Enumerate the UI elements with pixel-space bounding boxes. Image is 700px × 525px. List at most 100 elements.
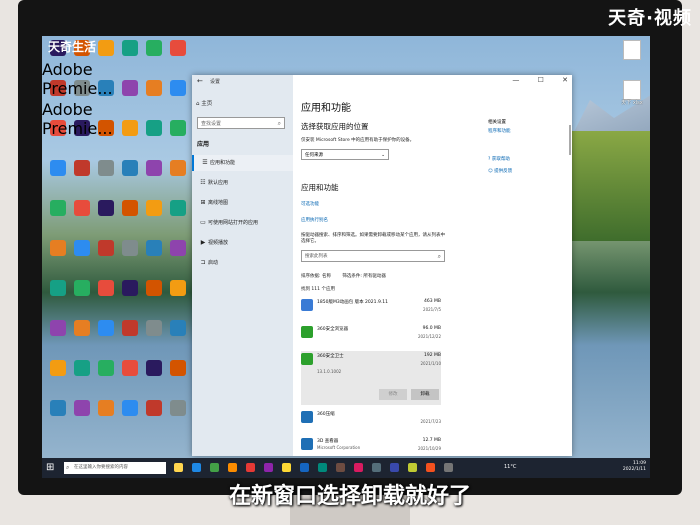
app-list-item[interactable]: 360安全卫士 192 MB 2021/1/10 13.1.0.1002 修改 卸载: [301, 351, 441, 405]
desktop-app-icon[interactable]: [94, 280, 118, 296]
desktop-app-icon[interactable]: [142, 80, 166, 96]
desktop-app-icon[interactable]: [118, 80, 142, 96]
desktop-app-icon[interactable]: [46, 320, 70, 336]
desktop-app-icon[interactable]: [118, 360, 142, 376]
sidebar-item[interactable]: ☰ 应用和功能: [192, 155, 295, 171]
taskbar-search-input[interactable]: ⌕ 在这里输入你要搜索的内容: [64, 462, 166, 474]
app-icon[interactable]: [228, 463, 237, 472]
app-icon[interactable]: [336, 463, 345, 472]
desktop-app-icon[interactable]: [166, 40, 190, 56]
desktop-app-icon[interactable]: [94, 200, 118, 216]
desktop-app-icon[interactable]: [166, 400, 190, 416]
desktop-app-icon[interactable]: [70, 400, 94, 416]
desktop-app-icon[interactable]: [70, 320, 94, 336]
sidebar-item[interactable]: ⊞ 离线地图: [192, 195, 293, 211]
sidebar-item[interactable]: ☷ 默认应用: [192, 175, 293, 191]
start-windows-icon[interactable]: ⊞: [46, 462, 54, 473]
desktop-app-icon[interactable]: [70, 240, 94, 256]
app-list-item[interactable]: 360安全浏览器 96.0 MB 2021/12/22: [301, 324, 441, 346]
get-help-link[interactable]: ? 获取帮助: [488, 156, 510, 162]
desktop-app-icon[interactable]: [94, 40, 118, 56]
app-list-item[interactable]: 360压缩 2021/7/23: [301, 409, 441, 431]
task-view-icon[interactable]: [174, 463, 183, 472]
desktop-app-icon[interactable]: [118, 280, 142, 296]
desktop-app-icon[interactable]: [70, 280, 94, 296]
sidebar-home[interactable]: ⌂ 主页: [196, 99, 212, 107]
desktop-app-icon[interactable]: [118, 200, 142, 216]
desktop-app-icon[interactable]: [46, 360, 70, 376]
desktop-app-icon[interactable]: [46, 160, 70, 176]
app-icon[interactable]: [210, 463, 219, 472]
desktop-app-icon[interactable]: [94, 160, 118, 176]
filter-dropdown[interactable]: 筛选条件: 所有驱动器: [342, 274, 385, 279]
desktop-app-icon[interactable]: [142, 240, 166, 256]
desktop-app-icon[interactable]: [94, 240, 118, 256]
app-icon[interactable]: [390, 463, 399, 472]
scrollbar[interactable]: [569, 125, 571, 155]
feedback-link[interactable]: ☺ 提供反馈: [488, 168, 512, 174]
app-icon[interactable]: [318, 463, 327, 472]
desktop-app-icon[interactable]: [142, 40, 166, 56]
app-icon[interactable]: [372, 463, 381, 472]
desktop-file-icon[interactable]: [617, 40, 647, 60]
app-icon[interactable]: [264, 463, 273, 472]
desktop-app-icon[interactable]: [142, 320, 166, 336]
desktop-app-icon[interactable]: [118, 400, 142, 416]
desktop-app-icon[interactable]: [118, 160, 142, 176]
desktop-app-icon[interactable]: [70, 200, 94, 216]
desktop-app-icon[interactable]: [166, 160, 190, 176]
sort-dropdown[interactable]: 排序依据: 名称: [301, 274, 331, 279]
desktop-app-icon[interactable]: [70, 360, 94, 376]
clock[interactable]: 11:09 2022/1/11: [623, 461, 646, 473]
uninstall-button[interactable]: 卸载: [411, 389, 439, 400]
desktop-app-icon[interactable]: [142, 200, 166, 216]
modify-button[interactable]: 修改: [379, 389, 407, 400]
app-icon[interactable]: [282, 463, 291, 472]
app-list-item[interactable]: 1850版M3动画包 版本 2021.9.11 463 MB 2021/7/5: [301, 297, 441, 319]
desktop-app-icon[interactable]: [166, 120, 190, 136]
desktop-app-icon[interactable]: [46, 400, 70, 416]
app-icon[interactable]: [408, 463, 417, 472]
desktop-app-icon[interactable]: [142, 280, 166, 296]
app-list-item[interactable]: 3D 查看器 Microsoft Corporation 12.7 MB 2021/1…: [301, 436, 441, 458]
desktop-app-icon[interactable]: [46, 240, 70, 256]
desktop-app-icon[interactable]: [118, 120, 142, 136]
desktop-app-icon[interactable]: [166, 200, 190, 216]
desktop-app-icon[interactable]: [142, 400, 166, 416]
desktop-app-icon[interactable]: [94, 320, 118, 336]
desktop-app-icon[interactable]: [70, 160, 94, 176]
app-icon[interactable]: [246, 463, 255, 472]
desktop-app-icon[interactable]: [94, 360, 118, 376]
app-icon[interactable]: [426, 463, 435, 472]
app-icon[interactable]: [354, 463, 363, 472]
sidebar-item[interactable]: ⊐ 启动: [192, 255, 293, 271]
desktop-app-icon[interactable]: [166, 280, 190, 296]
desktop-app-icon[interactable]: [118, 320, 142, 336]
programs-features-link[interactable]: 程序和功能: [488, 128, 511, 134]
source-dropdown[interactable]: 任何来源 ⌄: [301, 149, 389, 160]
optional-features-link[interactable]: 可选功能: [301, 201, 319, 207]
settings-search-input[interactable]: 查找设置 ⌕: [197, 117, 285, 129]
desktop-app-icon[interactable]: [142, 360, 166, 376]
desktop-app-icon[interactable]: [142, 160, 166, 176]
weather-temp[interactable]: 11°C: [504, 464, 516, 470]
desktop-app-icon[interactable]: [166, 240, 190, 256]
desktop-app-icon[interactable]: [166, 80, 190, 96]
desktop-app-icon[interactable]: [118, 40, 142, 56]
app-icon[interactable]: [300, 463, 309, 472]
gear-icon[interactable]: [444, 463, 453, 472]
desktop-app-icon[interactable]: [166, 360, 190, 376]
back-arrow-icon[interactable]: ←: [197, 77, 203, 85]
desktop-xlsx-icon[interactable]: 天下 xlsx: [617, 80, 647, 106]
desktop-app-icon[interactable]: [142, 120, 166, 136]
sidebar-item[interactable]: ▭ 可使用网站打开的应用: [192, 215, 293, 231]
app-list-search[interactable]: 搜索此列表 ⌕: [301, 250, 445, 262]
sidebar-item[interactable]: ▶ 视频播放: [192, 235, 293, 251]
desktop-app-icon[interactable]: [46, 200, 70, 216]
desktop-app-icon[interactable]: [166, 320, 190, 336]
desktop-app-icon[interactable]: [46, 280, 70, 296]
edge-icon[interactable]: [192, 463, 201, 472]
app-alias-link[interactable]: 应用执行别名: [301, 217, 328, 223]
desktop-app-icon[interactable]: [94, 400, 118, 416]
desktop-app-icon[interactable]: [118, 240, 142, 256]
